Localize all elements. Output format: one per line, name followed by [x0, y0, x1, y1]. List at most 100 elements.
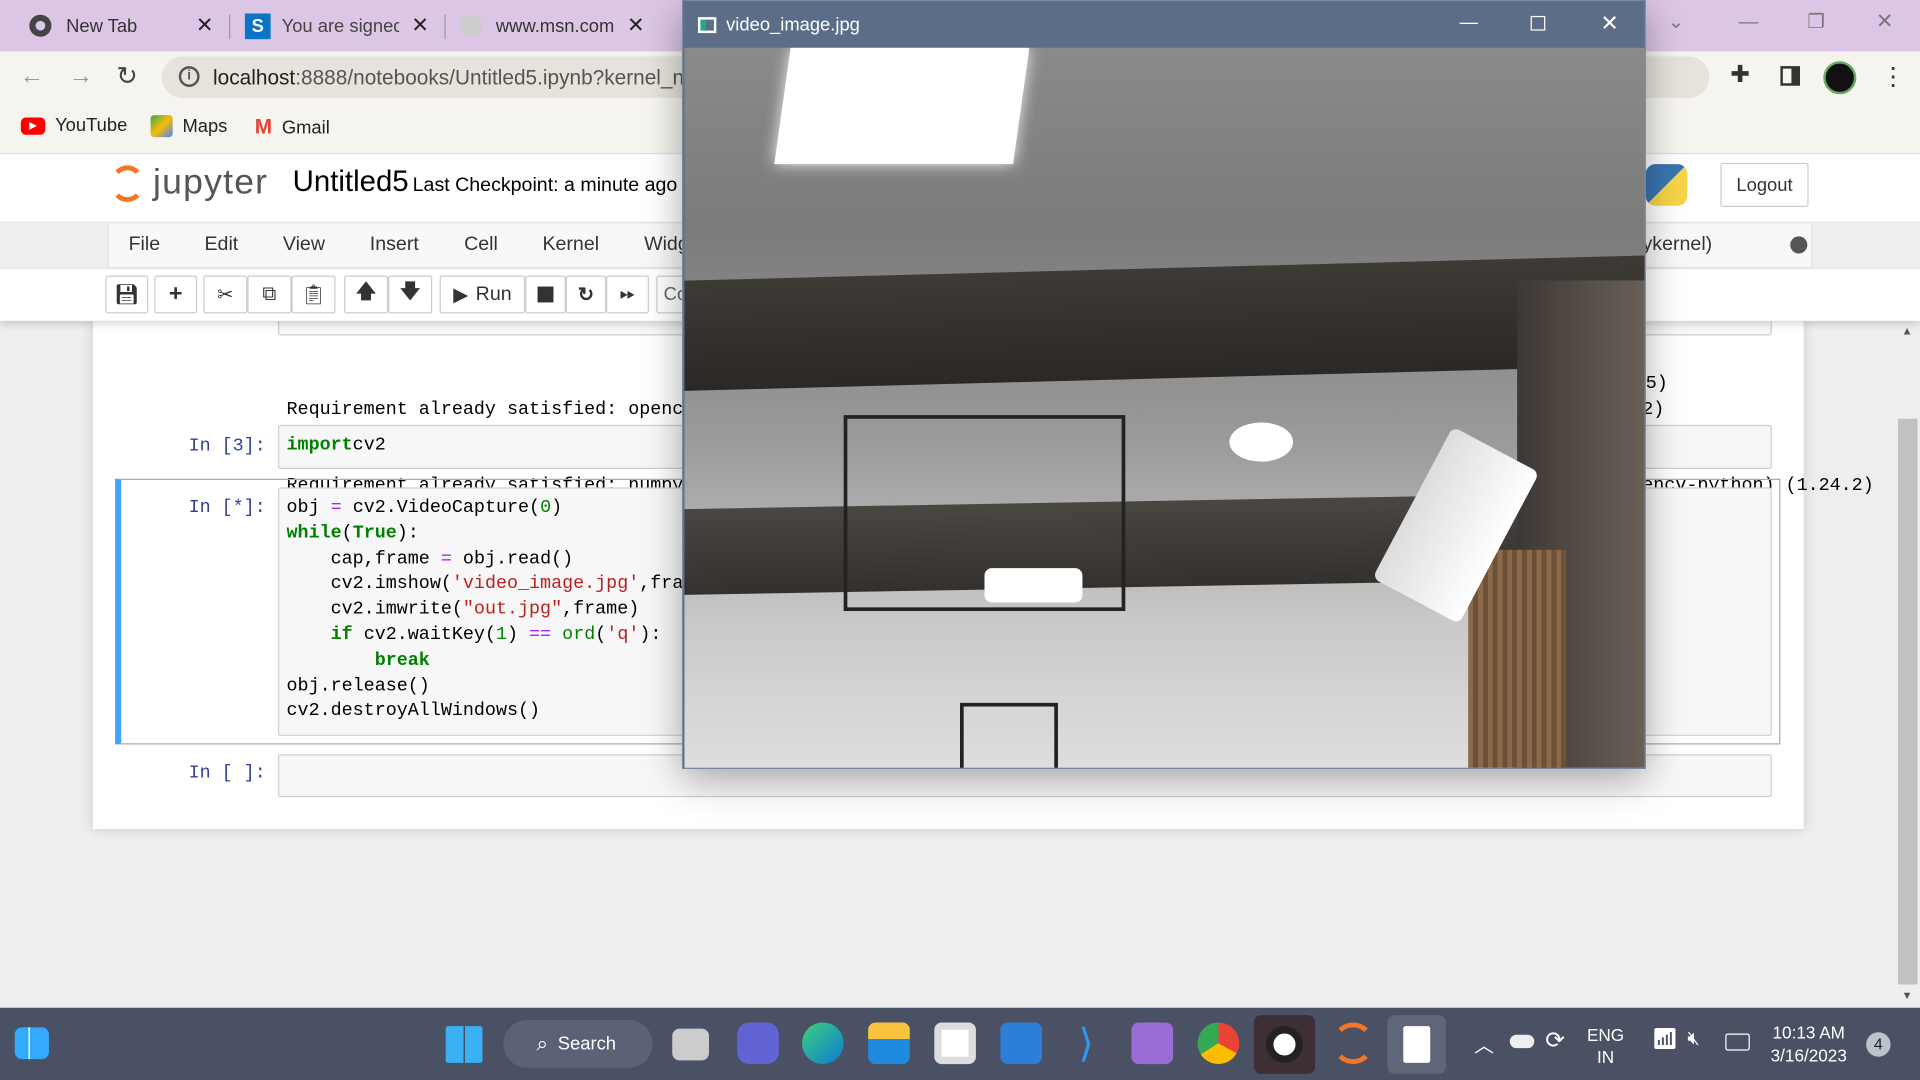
sync-icon[interactable]: ⟳ [1545, 1027, 1564, 1055]
tab-msn[interactable]: www.msn.com ✕ [460, 10, 650, 42]
file-explorer-icon[interactable] [868, 1022, 910, 1065]
bookmark-youtube[interactable]: ▶ YouTube [20, 115, 127, 136]
menu-view[interactable]: View [283, 234, 325, 256]
jupyter-taskbar-icon[interactable] [1332, 1022, 1374, 1065]
minimize-icon[interactable]: — [1460, 12, 1478, 33]
site-info-icon[interactable]: i [178, 66, 200, 87]
forward-icon[interactable]: → [69, 62, 93, 90]
minimize-icon[interactable]: — [1739, 12, 1759, 34]
move-up-button[interactable]: 🡅 [344, 275, 389, 314]
notification-badge[interactable]: 4 [1866, 1032, 1891, 1057]
close-window-icon[interactable]: ✕ [1876, 10, 1893, 34]
close-icon[interactable]: ✕ [1600, 11, 1618, 37]
code-token: ) [551, 497, 563, 518]
move-down-button[interactable]: 🡇 [388, 275, 433, 314]
bookmark-gmail[interactable]: M Gmail [255, 115, 330, 139]
scroll-up-icon[interactable]: ▲ [1902, 324, 1913, 336]
arrow-up-icon: 🡅 [356, 281, 377, 303]
tab-divider [444, 14, 446, 40]
close-tab-icon[interactable]: ✕ [627, 13, 644, 37]
show-hidden-icons-chevron[interactable]: ︿ [1474, 1029, 1494, 1058]
scroll-down-icon[interactable]: ▼ [1902, 989, 1913, 1001]
code-token: "out.jpg" [462, 599, 563, 620]
reload-icon[interactable]: ↻ [116, 61, 138, 92]
back-icon[interactable]: ← [20, 62, 44, 90]
bookmark-label: Maps [182, 115, 228, 137]
profile-avatar[interactable] [1823, 61, 1857, 95]
run-button[interactable]: ▶ Run [439, 275, 526, 314]
screen: New Tab ✕ S You are signed ✕ www.msn.com… [0, 0, 1920, 1080]
start-icon[interactable] [445, 1026, 483, 1063]
close-tab-icon[interactable]: ✕ [411, 13, 428, 37]
onedrive-cloud-icon[interactable] [1509, 1034, 1535, 1049]
restart-run-all-button[interactable]: ⏩︎ [606, 275, 649, 314]
cell-prompt: In [3]: [188, 435, 266, 457]
plus-icon: + [168, 281, 183, 307]
output-line-tail: 5) [1645, 373, 1668, 395]
widgets-icon[interactable] [14, 1027, 49, 1060]
extensions-icon[interactable]: ✚ [1730, 61, 1749, 89]
copy-button[interactable]: ⧉ [247, 275, 292, 314]
bookmark-maps[interactable]: Maps [150, 115, 228, 138]
window-blind [1468, 549, 1567, 768]
gmail-icon: M [254, 115, 273, 139]
menu-insert[interactable]: Insert [370, 234, 419, 256]
tab-new-tab[interactable]: New Tab ✕ [29, 10, 219, 42]
search-icon: ⌕ [536, 1031, 548, 1055]
date: 3/16/2023 [1770, 1045, 1847, 1066]
menu-edit[interactable]: Edit [204, 234, 238, 256]
task-view-icon[interactable] [672, 1028, 709, 1061]
jupyter-logo[interactable]: jupyter [110, 163, 268, 203]
code-token: ,frame) [562, 599, 640, 620]
code-token: ord [562, 624, 596, 646]
cut-button[interactable]: ✂ [203, 275, 248, 314]
notebook-name[interactable]: Untitled5 [293, 165, 409, 199]
microsoft-store-icon[interactable] [934, 1022, 976, 1065]
restore-icon[interactable]: ❐ [1807, 10, 1825, 34]
restart-button[interactable]: ↻ [565, 275, 607, 314]
wifi-icon[interactable]: 📶︎ [1652, 1027, 1678, 1051]
arrow-down-icon: 🡇 [400, 281, 421, 303]
pendant-light [984, 568, 1083, 603]
vscode-icon[interactable]: ⟩ [1065, 1022, 1107, 1064]
battery-charging-icon[interactable] [1725, 1033, 1750, 1051]
volume-muted-icon[interactable]: 🔇︎ [1687, 1029, 1699, 1051]
page-scrollbar[interactable]: ▲ ▼ [1895, 320, 1920, 1008]
menu-kernel[interactable]: Kernel [542, 234, 599, 256]
video-window[interactable]: video_image.jpg — ✕ [682, 0, 1646, 769]
edge-icon[interactable] [802, 1022, 844, 1065]
tab-search-chevron-icon[interactable]: ⌄ [1668, 10, 1684, 34]
visual-studio-installer-icon[interactable] [1131, 1022, 1174, 1065]
side-panel-icon[interactable] [1780, 66, 1801, 86]
maximize-icon[interactable] [1530, 15, 1546, 31]
insert-cell-button[interactable]: + [154, 275, 198, 314]
tab-divider [228, 14, 231, 40]
code-token: cv2.imshow( [286, 573, 452, 595]
taskbar-search[interactable]: ⌕ Search [503, 1020, 653, 1068]
scissors-icon: ✂ [217, 284, 234, 306]
logout-button[interactable]: Logout [1720, 162, 1809, 207]
menu-kebab-icon[interactable]: ⋮ [1881, 61, 1905, 92]
logo-text: jupyter [153, 162, 269, 203]
globe-icon [460, 14, 483, 37]
clock[interactable]: 10:13 AM 3/16/2023 [1771, 1021, 1847, 1068]
video-window-title: video_image.jpg [726, 14, 860, 35]
paste-button[interactable]: 📋︎ [291, 275, 336, 314]
close-tab-icon[interactable]: ✕ [196, 13, 213, 37]
tab-signed[interactable]: S You are signed ✕ [244, 10, 435, 42]
video-window-titlebar[interactable]: video_image.jpg — ✕ [683, 1, 1644, 48]
copy-icon: ⧉ [262, 283, 277, 305]
fast-forward-icon: ⏩︎ [619, 283, 636, 305]
teams-chat-icon[interactable] [737, 1022, 779, 1065]
save-button[interactable]: 💾︎ [105, 275, 149, 314]
menu-file[interactable]: File [129, 234, 161, 256]
menu-cell[interactable]: Cell [464, 234, 498, 256]
chrome-taskbar-icon[interactable] [1197, 1022, 1240, 1065]
downlight [1229, 422, 1294, 462]
play-icon: ▶ [453, 284, 469, 306]
code-token: obj [286, 497, 331, 518]
mail-icon[interactable] [1000, 1022, 1043, 1065]
language-indicator[interactable]: ENG IN [1587, 1024, 1624, 1068]
interrupt-button[interactable] [525, 275, 566, 314]
scrollbar-thumb[interactable] [1897, 418, 1918, 985]
